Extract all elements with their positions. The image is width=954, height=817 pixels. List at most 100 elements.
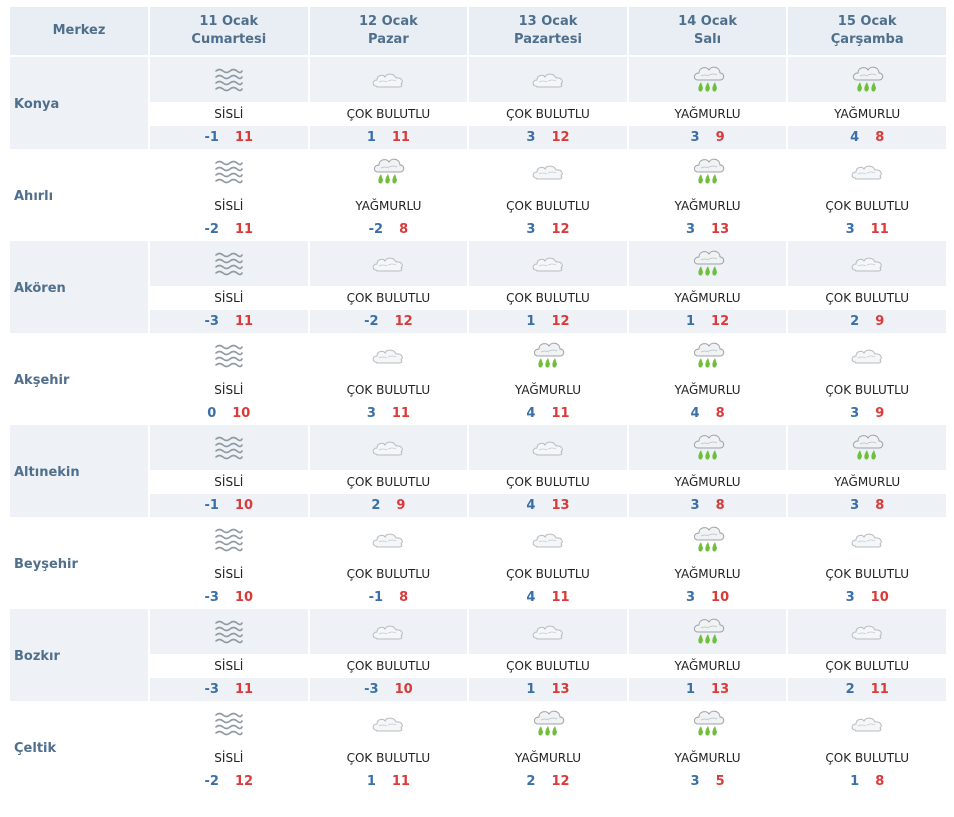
temperature-cell: -2 12 [308,310,470,333]
min-temp: -3 [204,314,219,329]
min-temp: 4 [526,406,536,421]
rain-icon [849,434,885,460]
condition-label: SİSLİ [149,470,310,494]
city-icon-row: Akören [10,241,948,333]
min-temp: 4 [526,590,536,605]
rain-icon [690,66,726,92]
temperature-cell: 48 [627,402,789,425]
cloud-icon [370,345,406,364]
condition-label: ÇOK BULUTLU [468,562,629,586]
condition-label: YAĞMURLU [468,378,629,402]
weather-icon-cell [627,149,789,194]
min-temp: -2 [364,314,379,329]
temperature-cell: 3 12 [468,218,629,241]
temperature-cell: 29 [308,494,470,517]
cloud-icon [370,253,406,272]
min-temp: -3 [204,682,219,697]
min-temp: 2 [371,498,381,513]
city-name[interactable]: Altınekin [14,465,148,480]
condition-label: ÇOK BULUTLU [787,378,948,402]
cloud-icon [530,437,566,456]
city-name[interactable]: Bozkır [14,649,148,664]
temperature-cell: 39 [627,126,789,149]
city-name[interactable]: Akören [14,281,148,296]
city-label-row: SİSLİ ÇOK BULUTLU YAĞMURLU YAĞMURLU ÇOK BULU… [10,378,948,402]
condition-label: YAĞMURLU [627,194,789,218]
cloud-icon [849,621,885,640]
cloud-icon [849,713,885,732]
temperature-cell: 2 12 [468,770,629,793]
rain-icon [370,158,406,184]
min-temp: 1 [366,774,376,789]
min-temp: 0 [207,406,217,421]
temperature-cell: 3 11 [787,218,948,241]
max-temp: 10 [711,590,730,605]
max-temp: 13 [551,498,570,513]
city-name[interactable]: Ahırlı [14,189,148,204]
condition-label: ÇOK BULUTLU [468,654,629,678]
condition-label: SİSLİ [149,194,310,218]
city-name[interactable]: Çeltik [14,741,148,756]
min-temp: 1 [686,314,696,329]
max-temp: 13 [711,222,730,237]
temperature-cell: 1 12 [468,310,629,333]
header-date: 15 Ocak [837,14,897,29]
weather-icon-cell [787,56,948,102]
temperature-cell: -1 10 [149,494,310,517]
condition-label: YAĞMURLU [627,746,789,770]
weather-icon-cell [627,333,789,378]
weather-icon-cell [149,56,310,102]
rain-icon [530,342,566,368]
header-day: 14 Ocak Salı [627,7,789,57]
condition-label: YAĞMURLU [468,746,629,770]
condition-label: ÇOK BULUTLU [308,102,470,126]
min-temp: 2 [850,314,860,329]
weather-icon-cell [468,517,629,562]
weather-icon-cell [468,609,629,654]
condition-label: ÇOK BULUTLU [468,470,629,494]
min-temp: -3 [364,682,379,697]
condition-label: SİSLİ [149,378,310,402]
weather-icon-cell [468,701,629,746]
weather-icon-cell [308,241,470,286]
weather-icon-cell [627,609,789,654]
weather-icon-cell [149,241,310,286]
max-temp: 8 [715,498,725,513]
max-temp: 11 [870,222,889,237]
max-temp: 9 [715,130,725,145]
city-icon-row: Akşehir [10,333,948,425]
weather-icon-cell [627,425,789,470]
cloud-icon [530,253,566,272]
temperature-cell: 0 10 [149,402,310,425]
temperature-cell: -3 11 [149,678,310,701]
temperature-cell: 38 [787,494,948,517]
max-temp: 12 [551,130,570,145]
weather-icon-cell [468,425,629,470]
temperature-cell: -3 11 [149,310,310,333]
condition-label: ÇOK BULUTLU [787,562,948,586]
temperature-cell: 48 [787,126,948,149]
city-name-cell: Beyşehir [10,517,150,609]
weather-icon-cell [787,517,948,562]
temperature-cell: -1 11 [149,126,310,149]
max-temp: 11 [391,406,410,421]
min-temp: 4 [690,406,700,421]
city-name[interactable]: Konya [14,97,148,112]
temperature-cell: -3 10 [149,586,310,609]
temperature-cell: 1 13 [468,678,629,701]
header-day: 15 Ocak Çarşamba [787,7,948,57]
condition-label: YAĞMURLU [627,286,789,310]
city-name[interactable]: Akşehir [14,373,148,388]
header-day: 13 Ocak Pazartesi [468,7,629,57]
rain-icon [690,342,726,368]
rain-icon [690,618,726,644]
weather-icon-cell [787,609,948,654]
city-name[interactable]: Beyşehir [14,557,148,572]
weather-icon-cell [468,56,629,102]
fog-icon [214,712,244,735]
rain-icon [849,66,885,92]
city-name-cell: Akşehir [10,333,150,425]
cloud-icon [849,529,885,548]
weather-icon-cell [468,333,629,378]
max-temp: 5 [715,774,725,789]
